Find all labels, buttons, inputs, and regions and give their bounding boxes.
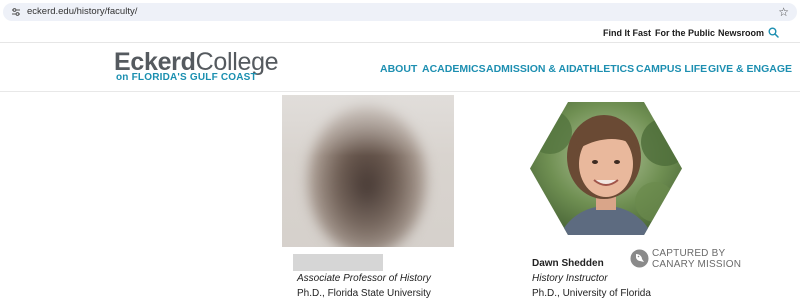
address-bar[interactable]: eckerd.edu/history/faculty/ ☆ (3, 3, 797, 21)
faculty-name[interactable]: Dawn Shedden (532, 258, 604, 270)
canary-bird-icon (630, 249, 649, 268)
utility-nav: Find It Fast For the Public Newsroom (0, 23, 800, 43)
blurred-portrait (282, 95, 454, 247)
faculty-degree: Ph.D., Florida State University (297, 288, 431, 299)
watermark-line-2: CANARY MISSION (652, 258, 742, 270)
redacted-name (293, 254, 383, 271)
faculty-title: History Instructor (532, 273, 608, 284)
watermark-text: CAPTURED BY CANARY MISSION (652, 248, 742, 270)
search-icon[interactable] (768, 27, 779, 38)
faculty-title: Associate Professor of History (297, 273, 431, 284)
watermark-line-1: CAPTURED BY (652, 248, 726, 259)
star-icon[interactable]: ☆ (778, 5, 789, 19)
url-text[interactable]: eckerd.edu/history/faculty/ (27, 5, 137, 19)
nav-admission-aid[interactable]: ADMISSION & AID (486, 63, 577, 76)
faculty-degree: Ph.D., University of Florida (532, 288, 651, 299)
browser-toolbar: eckerd.edu/history/faculty/ ☆ (0, 0, 800, 23)
nav-campus-life[interactable]: CAMPUS LIFE (636, 63, 707, 76)
nav-athletics[interactable]: ATHLETICS (576, 63, 634, 76)
for-the-public-link[interactable]: For the Public (655, 27, 715, 39)
nav-give-engage[interactable]: GIVE & ENGAGE (708, 63, 792, 76)
canary-mission-watermark: CAPTURED BY CANARY MISSION (630, 248, 750, 272)
find-it-fast-link[interactable]: Find It Fast (603, 27, 651, 39)
nav-about[interactable]: ABOUT (380, 63, 417, 76)
site-header: EckerdCollege on FLORIDA'S GULF COAST AB… (0, 44, 800, 92)
newsroom-link[interactable]: Newsroom (718, 27, 764, 39)
logo-tagline: on FLORIDA'S GULF COAST (116, 72, 257, 83)
blur-overlay (282, 95, 454, 247)
nav-academics[interactable]: ACADEMICS (422, 63, 486, 76)
tune-icon[interactable] (11, 7, 21, 17)
hexagon-portrait (530, 102, 682, 235)
